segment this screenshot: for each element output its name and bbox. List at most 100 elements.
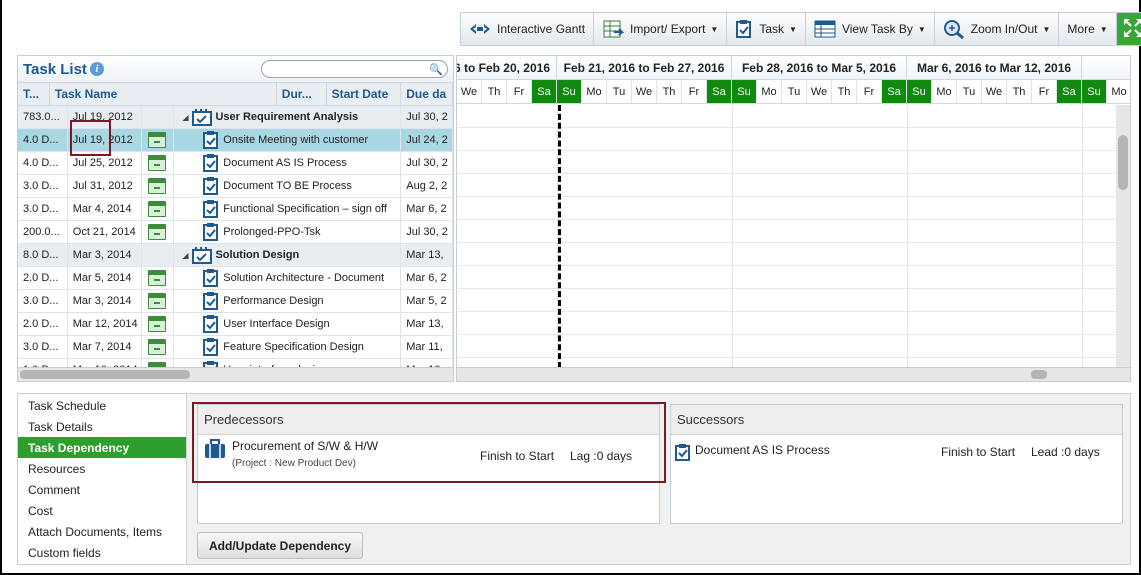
calendar-icon	[148, 178, 167, 194]
task-name-cell[interactable]: User Interface Design	[174, 313, 402, 335]
gantt-vscrollbar[interactable]	[1116, 105, 1130, 368]
task-name-cell[interactable]: ◢ User Requirement Analysis	[174, 106, 402, 128]
interactive-gantt-label: Interactive Gantt	[497, 22, 586, 36]
gantt-grid[interactable]	[457, 105, 1117, 368]
task-row[interactable]: 2.0 D... Mar 12, 2014 User Interface Desig…	[18, 313, 453, 336]
col-due-date-header[interactable]: Due da	[401, 83, 453, 105]
task-name-cell[interactable]: Performance Design	[174, 290, 402, 312]
sidenav-item[interactable]: Attach Documents, Items	[18, 521, 186, 542]
task-row[interactable]: 8.0 D... Mar 3, 2014 ◢ Solution Design Mar 1…	[18, 244, 453, 267]
task-due-cell: Jul 24, 2	[401, 129, 453, 151]
task-name: Onsite Meeting with customer	[223, 134, 369, 146]
collapse-triangle-icon[interactable]: ◢	[182, 251, 188, 260]
task-duration-cell: 2.0 D...	[18, 313, 68, 335]
gantt-week-divider	[907, 105, 908, 368]
gantt-day-label: Fr	[682, 80, 707, 103]
col-duration-header[interactable]: Dur...	[277, 83, 327, 105]
gantt-hscrollbar[interactable]	[457, 367, 1130, 381]
import-export-menu[interactable]: Import/ Export ▼	[594, 13, 728, 45]
magnifier-icon	[943, 19, 965, 39]
gantt-week-divider	[557, 105, 558, 368]
task-row[interactable]: 200.0... Oct 21, 2014 Prolonged-PPO-Tsk Jul…	[18, 221, 453, 244]
sidenav-item[interactable]: Cost	[18, 500, 186, 521]
task-due-cell: Mar 6, 2	[401, 267, 453, 289]
task-name-cell[interactable]: Solution Architecture - Document	[174, 267, 402, 289]
calendar-icon	[148, 293, 167, 309]
task-row[interactable]: 3.0 D... Jul 31, 2012 Document TO BE Proce…	[18, 175, 453, 198]
task-type-cell	[142, 290, 175, 312]
gantt-day-label: Sa	[882, 80, 907, 103]
task-clipboard-icon	[202, 222, 220, 242]
more-menu[interactable]: More ▼	[1059, 13, 1117, 45]
task-group-icon	[192, 246, 213, 264]
zoom-menu[interactable]: Zoom In/Out ▼	[935, 13, 1060, 45]
import-export-icon	[602, 19, 625, 39]
gantt-day-label: Mo	[582, 80, 607, 103]
task-clipboard-icon	[202, 130, 220, 150]
task-type-cell	[142, 267, 175, 289]
interactive-gantt-button[interactable]: Interactive Gantt	[461, 13, 595, 45]
successor-item[interactable]: Document AS IS Process	[675, 443, 830, 464]
task-menu[interactable]: Task ▼	[727, 13, 806, 45]
col-start-date-header[interactable]: Start Date	[327, 83, 402, 105]
gantt-day-label: We	[457, 80, 482, 103]
task-duration-cell: 8.0 D...	[18, 244, 68, 266]
zoom-label: Zoom In/Out	[970, 22, 1038, 36]
gantt-day-label: Tu	[957, 80, 982, 103]
task-type-cell	[142, 129, 175, 151]
fullscreen-button[interactable]	[1116, 13, 1141, 45]
col-task-name-header[interactable]: Task Name	[50, 83, 277, 105]
gantt-week-divider	[732, 105, 733, 368]
sidenav-item[interactable]: Custom fields	[18, 542, 186, 563]
highlight-box	[192, 402, 666, 483]
task-clipboard-icon	[202, 291, 220, 311]
task-name-cell[interactable]: Prolonged-PPO-Tsk	[174, 221, 402, 243]
task-start-cell: Mar 5, 2014	[68, 267, 143, 289]
col-type-header[interactable]: T...	[18, 83, 50, 105]
view-task-by-menu[interactable]: View Task By ▼	[806, 13, 935, 45]
successor-name[interactable]: Document AS IS Process	[695, 443, 830, 457]
sidenav-item[interactable]: Resources	[18, 458, 186, 479]
task-clipboard-icon	[202, 153, 220, 173]
task-row[interactable]: 3.0 D... Mar 4, 2014 Functional Specificat…	[18, 198, 453, 221]
task-row[interactable]: 2.0 D... Mar 5, 2014 Solution Architecture…	[18, 267, 453, 290]
collapse-triangle-icon[interactable]: ◢	[182, 113, 188, 122]
task-name-cell[interactable]: Document AS IS Process	[174, 152, 402, 174]
task-start-cell: Mar 3, 2014	[68, 244, 143, 266]
add-update-dependency-button[interactable]: Add/Update Dependency	[197, 532, 364, 559]
sidenav-item[interactable]: Task Details	[18, 416, 186, 437]
task-name: Document TO BE Process	[223, 180, 352, 192]
gantt-day-label: Su	[907, 80, 932, 103]
calendar-icon	[148, 316, 167, 332]
gantt-day-label: Su	[557, 80, 582, 103]
more-label: More	[1067, 22, 1095, 36]
task-start-cell: Mar 4, 2014	[68, 198, 143, 220]
task-name-cell[interactable]: ◢ Solution Design	[174, 244, 402, 266]
sidenav-item[interactable]: Comment	[18, 479, 186, 500]
task-name-cell[interactable]: Onsite Meeting with customer	[174, 129, 402, 151]
task-due-cell: Jul 30, 2	[401, 152, 453, 174]
gantt-day-label: Tu	[782, 80, 807, 103]
info-icon[interactable]: i	[89, 62, 104, 76]
task-list-hscrollbar[interactable]	[18, 367, 453, 381]
scroll-thumb[interactable]	[20, 370, 190, 379]
task-type-cell	[142, 244, 175, 266]
task-row[interactable]: 3.0 D... Mar 3, 2014 Performance Design Mar…	[18, 290, 453, 313]
task-name: User Interface Design	[223, 318, 330, 330]
scroll-thumb[interactable]	[1031, 370, 1047, 379]
chevron-down-icon: ▼	[710, 24, 719, 34]
gantt-day-label: Sa	[532, 80, 557, 103]
task-name-cell[interactable]: Feature Specification Design	[174, 336, 402, 358]
task-duration-cell: 3.0 D...	[18, 336, 68, 358]
task-type-cell	[142, 175, 175, 197]
scroll-thumb[interactable]	[1118, 135, 1128, 190]
task-duration-cell: 4.0 D...	[18, 152, 68, 174]
task-row[interactable]: 3.0 D... Mar 7, 2014 Feature Specification…	[18, 336, 453, 359]
sidenav-item[interactable]: Task Schedule	[18, 395, 186, 416]
sidenav-item[interactable]: Task Dependency	[18, 437, 186, 458]
gantt-day-header: We Th Fr Sa Su Mo Tu We Th Fr Sa Su Mo Tu We Th Fr Sa Su Mo…	[457, 80, 1130, 104]
task-name-cell[interactable]: Document TO BE Process	[174, 175, 402, 197]
task-duration-cell: 200.0...	[18, 221, 68, 243]
task-name-cell[interactable]: Functional Specification – sign off	[174, 198, 402, 220]
task-search-input[interactable]: 🔍	[261, 60, 448, 78]
